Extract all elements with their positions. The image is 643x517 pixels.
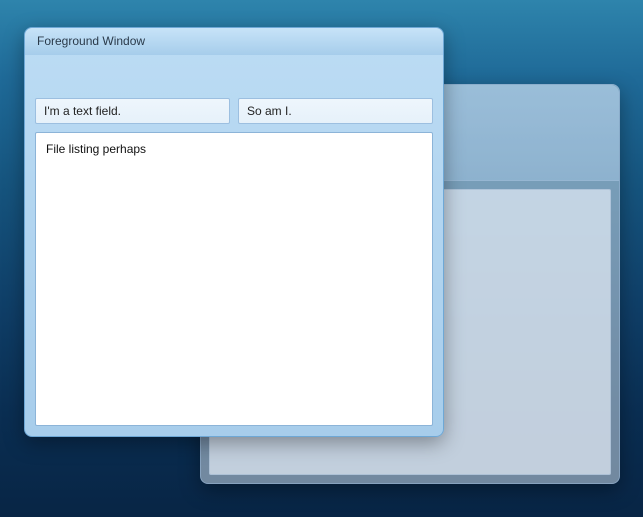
foreground-toolbar — [35, 98, 433, 124]
foreground-window-titlebar[interactable]: Foreground Window — [25, 28, 443, 55]
foreground-window[interactable]: Foreground Window File listing perhaps — [24, 27, 444, 437]
foreground-window-title: Foreground Window — [37, 34, 145, 48]
text-field-2[interactable] — [238, 98, 433, 124]
file-listing-area[interactable]: File listing perhaps — [35, 132, 433, 426]
list-item[interactable]: File listing perhaps — [46, 141, 422, 157]
desktop: Background Window Foreground Window File… — [0, 0, 643, 517]
text-field-1[interactable] — [35, 98, 230, 124]
